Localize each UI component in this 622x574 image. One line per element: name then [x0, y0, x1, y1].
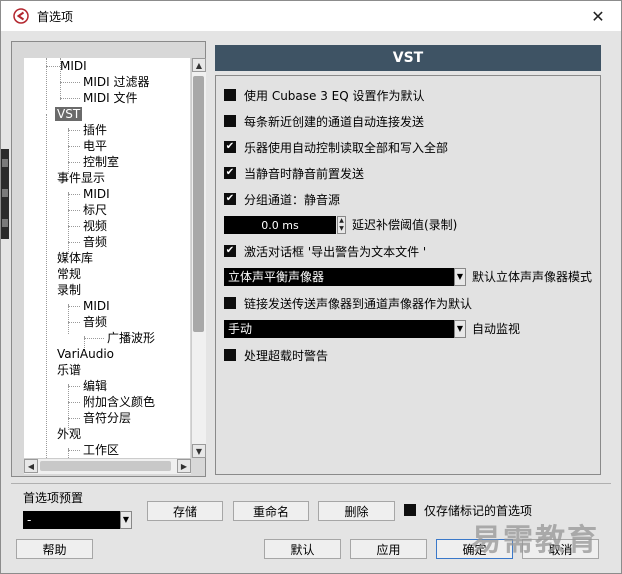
horizontal-scroll-thumb[interactable]: [40, 461, 171, 471]
stepper-up-icon[interactable]: ▲: [338, 217, 345, 225]
tree-item-appearance[interactable]: 外观: [57, 426, 81, 442]
default-button[interactable]: 默认: [264, 539, 341, 559]
tree-item-record-midi[interactable]: MIDI: [83, 298, 110, 314]
close-icon: ✕: [591, 6, 605, 26]
tree-item-general[interactable]: 常规: [57, 266, 81, 282]
option-export-warnings[interactable]: ✔ 激活对话框 '导出警告为文本文件 ': [224, 242, 426, 260]
tree-item-metering[interactable]: 电平: [83, 138, 107, 154]
chevron-down-icon: ▼: [195, 446, 203, 456]
apply-button[interactable]: 应用: [350, 539, 427, 559]
checkbox-group-mute-sources[interactable]: ✔: [224, 193, 236, 205]
tree-item-audio[interactable]: 音频: [83, 234, 107, 250]
tree-item-midi[interactable]: MIDI: [60, 58, 87, 74]
dialog-body: MIDI MIDI 过滤器 MIDI 文件 VST 插件 电平 控制室 事件显示…: [1, 31, 621, 573]
rename-button[interactable]: 重命名: [233, 501, 309, 521]
delay-threshold-label: 延迟补偿阈值(录制): [352, 218, 458, 232]
presets-label: 首选项预置: [23, 491, 84, 505]
tree-item-variaudio[interactable]: VariAudio: [57, 346, 114, 362]
vertical-scroll-thumb[interactable]: [193, 76, 204, 332]
tree-item-broadcast-wave[interactable]: 广播波形: [107, 330, 155, 346]
preferences-tree[interactable]: MIDI MIDI 过滤器 MIDI 文件 VST 插件 电平 控制室 事件显示…: [24, 58, 190, 458]
chevron-right-icon: ▶: [180, 461, 188, 471]
tree-item-event-display[interactable]: 事件显示: [57, 170, 105, 186]
close-button[interactable]: ✕: [575, 1, 621, 31]
option-group-mute-sources[interactable]: ✔ 分组通道：静音源: [224, 190, 340, 208]
option-auto-connect-sends[interactable]: 每条新近创建的通道自动连接发送: [224, 112, 424, 130]
tree-item-event-midi[interactable]: MIDI: [83, 186, 110, 202]
scroll-left-button[interactable]: ◀: [24, 459, 38, 473]
checkbox-instrument-automation[interactable]: ✔: [224, 141, 236, 153]
stepper-down-icon[interactable]: ▼: [338, 225, 345, 233]
tree-item-media-bay[interactable]: 媒体库: [57, 250, 93, 266]
delay-threshold-stepper[interactable]: ▲ ▼: [337, 216, 346, 234]
tree-item-note-layer[interactable]: 音符分层: [83, 410, 131, 426]
background-strip: [1, 149, 9, 239]
preferences-window: 首选项 ✕ MIDI MIDI 过滤器 MIDI 文件 VST 插件 电平 控制…: [0, 0, 622, 574]
tree-item-vst[interactable]: VST: [55, 106, 83, 122]
delay-threshold-field[interactable]: 0.0 ms: [224, 216, 336, 234]
scroll-right-button[interactable]: ▶: [177, 459, 191, 473]
chevron-down-icon[interactable]: ▼: [120, 511, 132, 529]
option-link-send-panners[interactable]: 链接发送传送声像器到通道声像器作为默认: [224, 294, 472, 312]
window-title: 首选项: [37, 10, 74, 24]
scroll-up-button[interactable]: ▲: [192, 58, 206, 72]
vst-settings-panel: 使用 Cubase 3 EQ 设置作为默认 每条新近创建的通道自动连接发送 ✔ …: [215, 75, 601, 475]
chevron-left-icon: ◀: [27, 461, 35, 471]
tree-item-midi-filter[interactable]: MIDI 过滤器: [83, 74, 150, 90]
help-button[interactable]: 帮助: [16, 539, 93, 559]
tree-item-plugins[interactable]: 插件: [83, 122, 107, 138]
option-mute-pre-send[interactable]: ✔ 当静音时静音前置发送: [224, 164, 364, 182]
tree-item-video[interactable]: 视频: [83, 218, 107, 234]
tree-vertical-scrollbar[interactable]: ▲ ▼: [191, 58, 206, 458]
tree-item-record-audio[interactable]: 音频: [83, 314, 107, 330]
chevron-up-icon: ▲: [195, 60, 203, 70]
scroll-down-button[interactable]: ▼: [192, 444, 206, 458]
checkbox-overload-warning[interactable]: [224, 349, 236, 361]
tree-panel: MIDI MIDI 过滤器 MIDI 文件 VST 插件 电平 控制室 事件显示…: [11, 41, 206, 477]
tree-item-score-edit[interactable]: 编辑: [83, 378, 107, 394]
tree-item-workspace[interactable]: 工作区: [83, 442, 119, 458]
checkbox-cubase3-eq[interactable]: [224, 89, 236, 101]
panner-mode-dropdown[interactable]: 立体声平衡声像器 ▼: [224, 268, 466, 286]
option-overload-warning[interactable]: 处理超载时警告: [224, 346, 328, 364]
page-title: VST: [215, 45, 601, 71]
tree-item-record[interactable]: 录制: [57, 282, 81, 298]
tree-item-control-room[interactable]: 控制室: [83, 154, 119, 170]
tree-horizontal-scrollbar[interactable]: ◀ ▶: [24, 458, 191, 474]
option-instrument-automation[interactable]: ✔ 乐器使用自动控制读取全部和写入全部: [224, 138, 448, 156]
tree-item-midi-file[interactable]: MIDI 文件: [83, 90, 138, 106]
tree-item-ruler[interactable]: 标尺: [83, 202, 107, 218]
option-cubase3-eq[interactable]: 使用 Cubase 3 EQ 设置作为默认: [224, 86, 425, 104]
checkbox-auto-connect-sends[interactable]: [224, 115, 236, 127]
checkbox-mute-pre-send[interactable]: ✔: [224, 167, 236, 179]
chevron-down-icon[interactable]: ▼: [454, 268, 466, 286]
checkbox-link-send-panners[interactable]: [224, 297, 236, 309]
divider: [11, 483, 611, 484]
store-button[interactable]: 存储: [147, 501, 223, 521]
checkbox-export-warnings[interactable]: ✔: [224, 245, 236, 257]
chevron-down-icon[interactable]: ▼: [454, 320, 466, 338]
cubase-logo-icon: [13, 8, 29, 24]
tree-item-score[interactable]: 乐谱: [57, 362, 81, 378]
watermark: 易需教育: [471, 523, 599, 558]
auto-monitor-label: 自动监视: [472, 322, 521, 336]
tree-item-additional-colors[interactable]: 附加含义颜色: [83, 394, 155, 410]
delete-button[interactable]: 删除: [318, 501, 395, 521]
title-bar: 首选项 ✕: [1, 1, 621, 31]
auto-monitor-dropdown[interactable]: 手动 ▼: [224, 320, 466, 338]
checkbox-store-marked-only[interactable]: [404, 504, 416, 516]
presets-dropdown[interactable]: - ▼: [23, 511, 132, 529]
panner-mode-label: 默认立体声声像器模式: [472, 270, 593, 284]
